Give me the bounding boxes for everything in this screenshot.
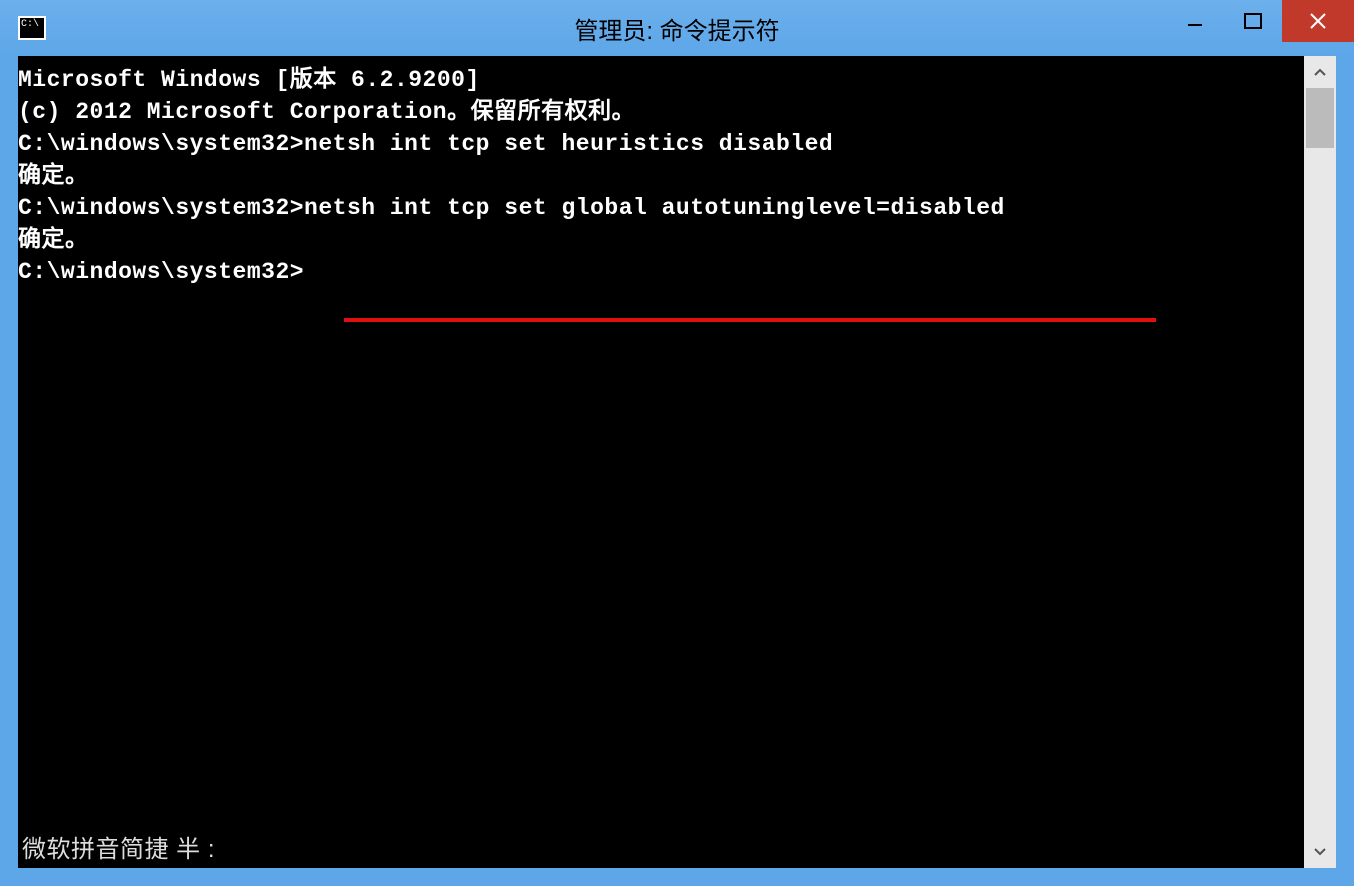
cmd-icon bbox=[18, 16, 46, 40]
prompt: C:\windows\system32> bbox=[18, 195, 304, 221]
chevron-down-icon bbox=[1314, 848, 1326, 856]
scrollbar-thumb[interactable] bbox=[1306, 88, 1334, 148]
prompt: C:\windows\system32> bbox=[18, 131, 304, 157]
terminal-command-line: C:\windows\system32>netsh int tcp set gl… bbox=[18, 192, 1304, 224]
terminal[interactable]: Microsoft Windows [版本 6.2.9200] (c) 2012… bbox=[18, 56, 1304, 868]
terminal-output: 确定。 bbox=[18, 224, 1304, 256]
command-text: netsh int tcp set global autotuninglevel… bbox=[304, 195, 1005, 221]
terminal-command-line: C:\windows\system32>netsh int tcp set he… bbox=[18, 128, 1304, 160]
command-text: netsh int tcp set heuristics disabled bbox=[304, 131, 833, 157]
close-icon bbox=[1309, 12, 1327, 30]
terminal-output: Microsoft Windows [版本 6.2.9200] bbox=[18, 64, 1304, 96]
chevron-up-icon bbox=[1314, 68, 1326, 76]
scroll-up-button[interactable] bbox=[1304, 56, 1336, 88]
scroll-down-button[interactable] bbox=[1304, 836, 1336, 868]
maximize-button[interactable] bbox=[1224, 0, 1282, 42]
window-title: 管理员: 命令提示符 bbox=[574, 11, 779, 46]
cmd-window: 管理员: 命令提示符 Microsoft Windows [版本 6.2.920… bbox=[0, 0, 1354, 886]
content-area: Microsoft Windows [版本 6.2.9200] (c) 2012… bbox=[0, 56, 1354, 886]
scrollbar-track[interactable] bbox=[1304, 88, 1336, 836]
ime-status: 微软拼音简捷 半 : bbox=[22, 834, 215, 866]
prompt: C:\windows\system32> bbox=[18, 259, 304, 285]
terminal-output: 确定。 bbox=[18, 160, 1304, 192]
terminal-output: (c) 2012 Microsoft Corporation。保留所有权利。 bbox=[18, 96, 1304, 128]
minimize-button[interactable] bbox=[1166, 0, 1224, 42]
scrollbar[interactable] bbox=[1304, 56, 1336, 868]
window-controls bbox=[1166, 0, 1354, 42]
red-underline-annotation bbox=[344, 318, 1156, 322]
close-button[interactable] bbox=[1282, 0, 1354, 42]
terminal-prompt-line: C:\windows\system32> bbox=[18, 256, 1304, 288]
titlebar[interactable]: 管理员: 命令提示符 bbox=[0, 0, 1354, 56]
